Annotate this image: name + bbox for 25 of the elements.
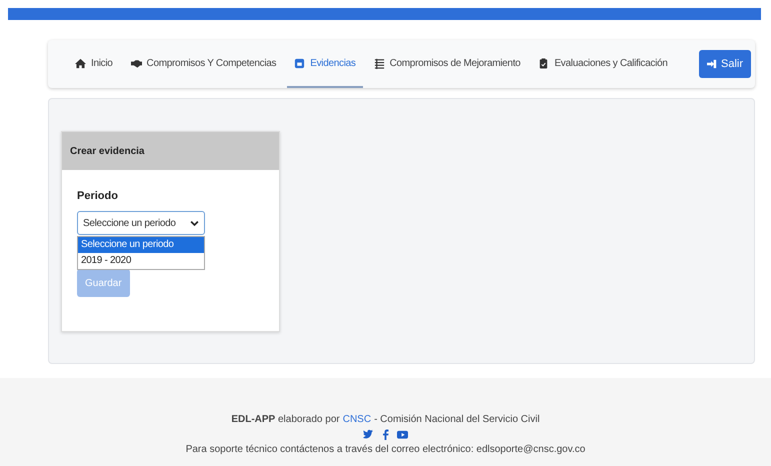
support-text: Para soporte técnico contáctenos a través del correo electrónico: edlsoporte@cnsc.gov.co	[186, 444, 586, 455]
nav-tab[interactable]: Inicio	[68, 40, 120, 88]
video-icon	[397, 429, 408, 440]
card-title: Crear evidencia	[70, 146, 144, 156]
nav-tab[interactable]: Evaluaciones y Calificación	[531, 40, 675, 88]
list-icon	[374, 58, 385, 68]
home-icon	[75, 58, 86, 68]
dropdown-option[interactable]: Seleccione un periodo	[78, 237, 204, 253]
twitter-icon	[363, 429, 374, 440]
handshake-icon	[130, 58, 142, 68]
org-name: - Comisión Nacional del Servicio Civil	[374, 414, 540, 425]
org-link[interactable]: CNSC	[342, 414, 372, 425]
lock-icon	[294, 58, 306, 68]
logout-button[interactable]: Salir	[698, 50, 751, 78]
period-select[interactable]: Seleccione un periodo	[77, 211, 205, 235]
nav-tab[interactable]: Evidencias	[287, 40, 363, 88]
credit-text: EDL-APP elaborado por	[231, 414, 340, 425]
chevron-down-icon	[190, 218, 199, 228]
nav-tab[interactable]: Compromisos Y Competencias	[124, 40, 284, 88]
dropdown-option[interactable]: 2019 - 2020	[78, 253, 204, 269]
sign-in-icon	[706, 59, 717, 69]
nav-tab[interactable]: Compromisos de Mejoramiento	[366, 40, 528, 88]
facebook-icon	[380, 429, 391, 440]
field-label: Periodo	[77, 190, 119, 202]
clipboard-icon	[538, 58, 550, 68]
